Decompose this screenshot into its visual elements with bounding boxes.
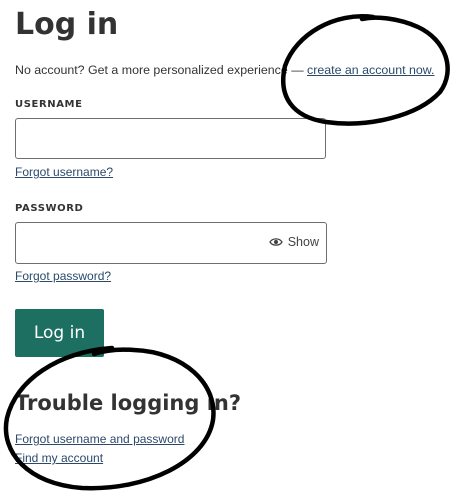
login-button[interactable]: Log in xyxy=(15,309,104,357)
username-field[interactable] xyxy=(15,118,326,159)
show-password-label: Show xyxy=(287,235,319,249)
intro-text: No account? Get a more personalized expe… xyxy=(15,62,434,78)
forgot-username-link[interactable]: Forgot username? xyxy=(15,165,113,180)
find-account-link[interactable]: Find my account xyxy=(15,451,103,466)
page-title: Log in xyxy=(15,7,119,42)
trouble-heading: Trouble logging in? xyxy=(15,391,242,415)
create-account-link[interactable]: create an account now. xyxy=(307,63,434,77)
username-label: USERNAME xyxy=(15,99,83,110)
forgot-username-and-password-link[interactable]: Forgot username and password xyxy=(15,432,184,447)
password-field-wrapper: Show xyxy=(15,222,327,264)
forgot-password-link[interactable]: Forgot password? xyxy=(15,269,111,284)
intro-message: No account? Get a more personalized expe… xyxy=(15,63,308,77)
circle-annotation-trouble-links xyxy=(3,345,216,491)
show-password-toggle[interactable]: Show xyxy=(268,234,319,250)
password-label: PASSWORD xyxy=(15,203,84,214)
eye-icon xyxy=(268,237,283,247)
